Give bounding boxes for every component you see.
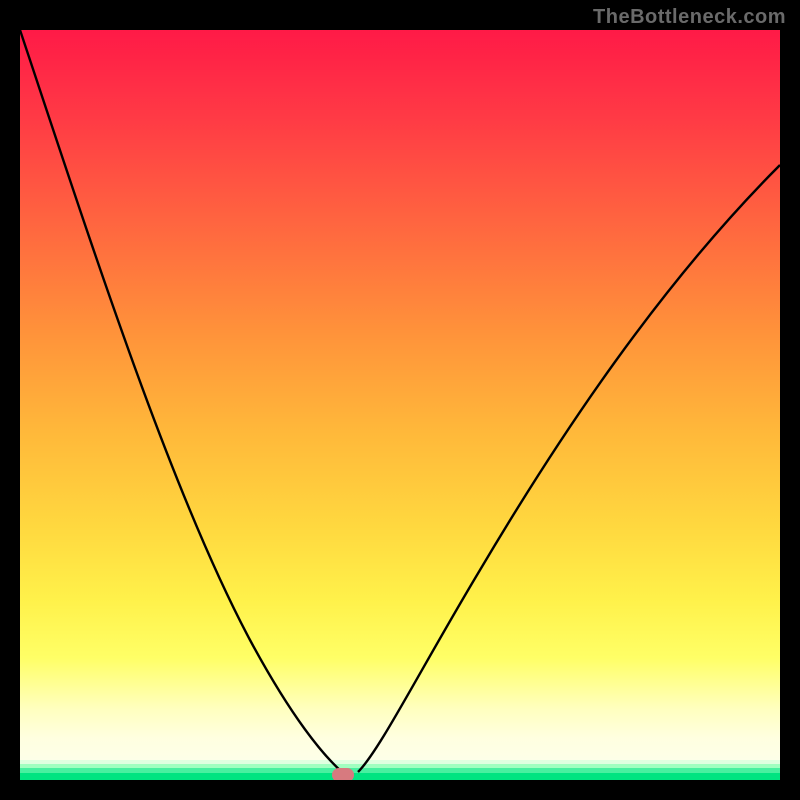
curve-left-path	[20, 30, 342, 772]
curve-right-path	[358, 165, 780, 772]
watermark-text: TheBottleneck.com	[593, 6, 786, 29]
bottleneck-curve	[20, 30, 780, 780]
plot-area	[20, 30, 780, 780]
optimum-marker	[332, 768, 354, 780]
chart-frame: TheBottleneck.com	[0, 0, 800, 800]
